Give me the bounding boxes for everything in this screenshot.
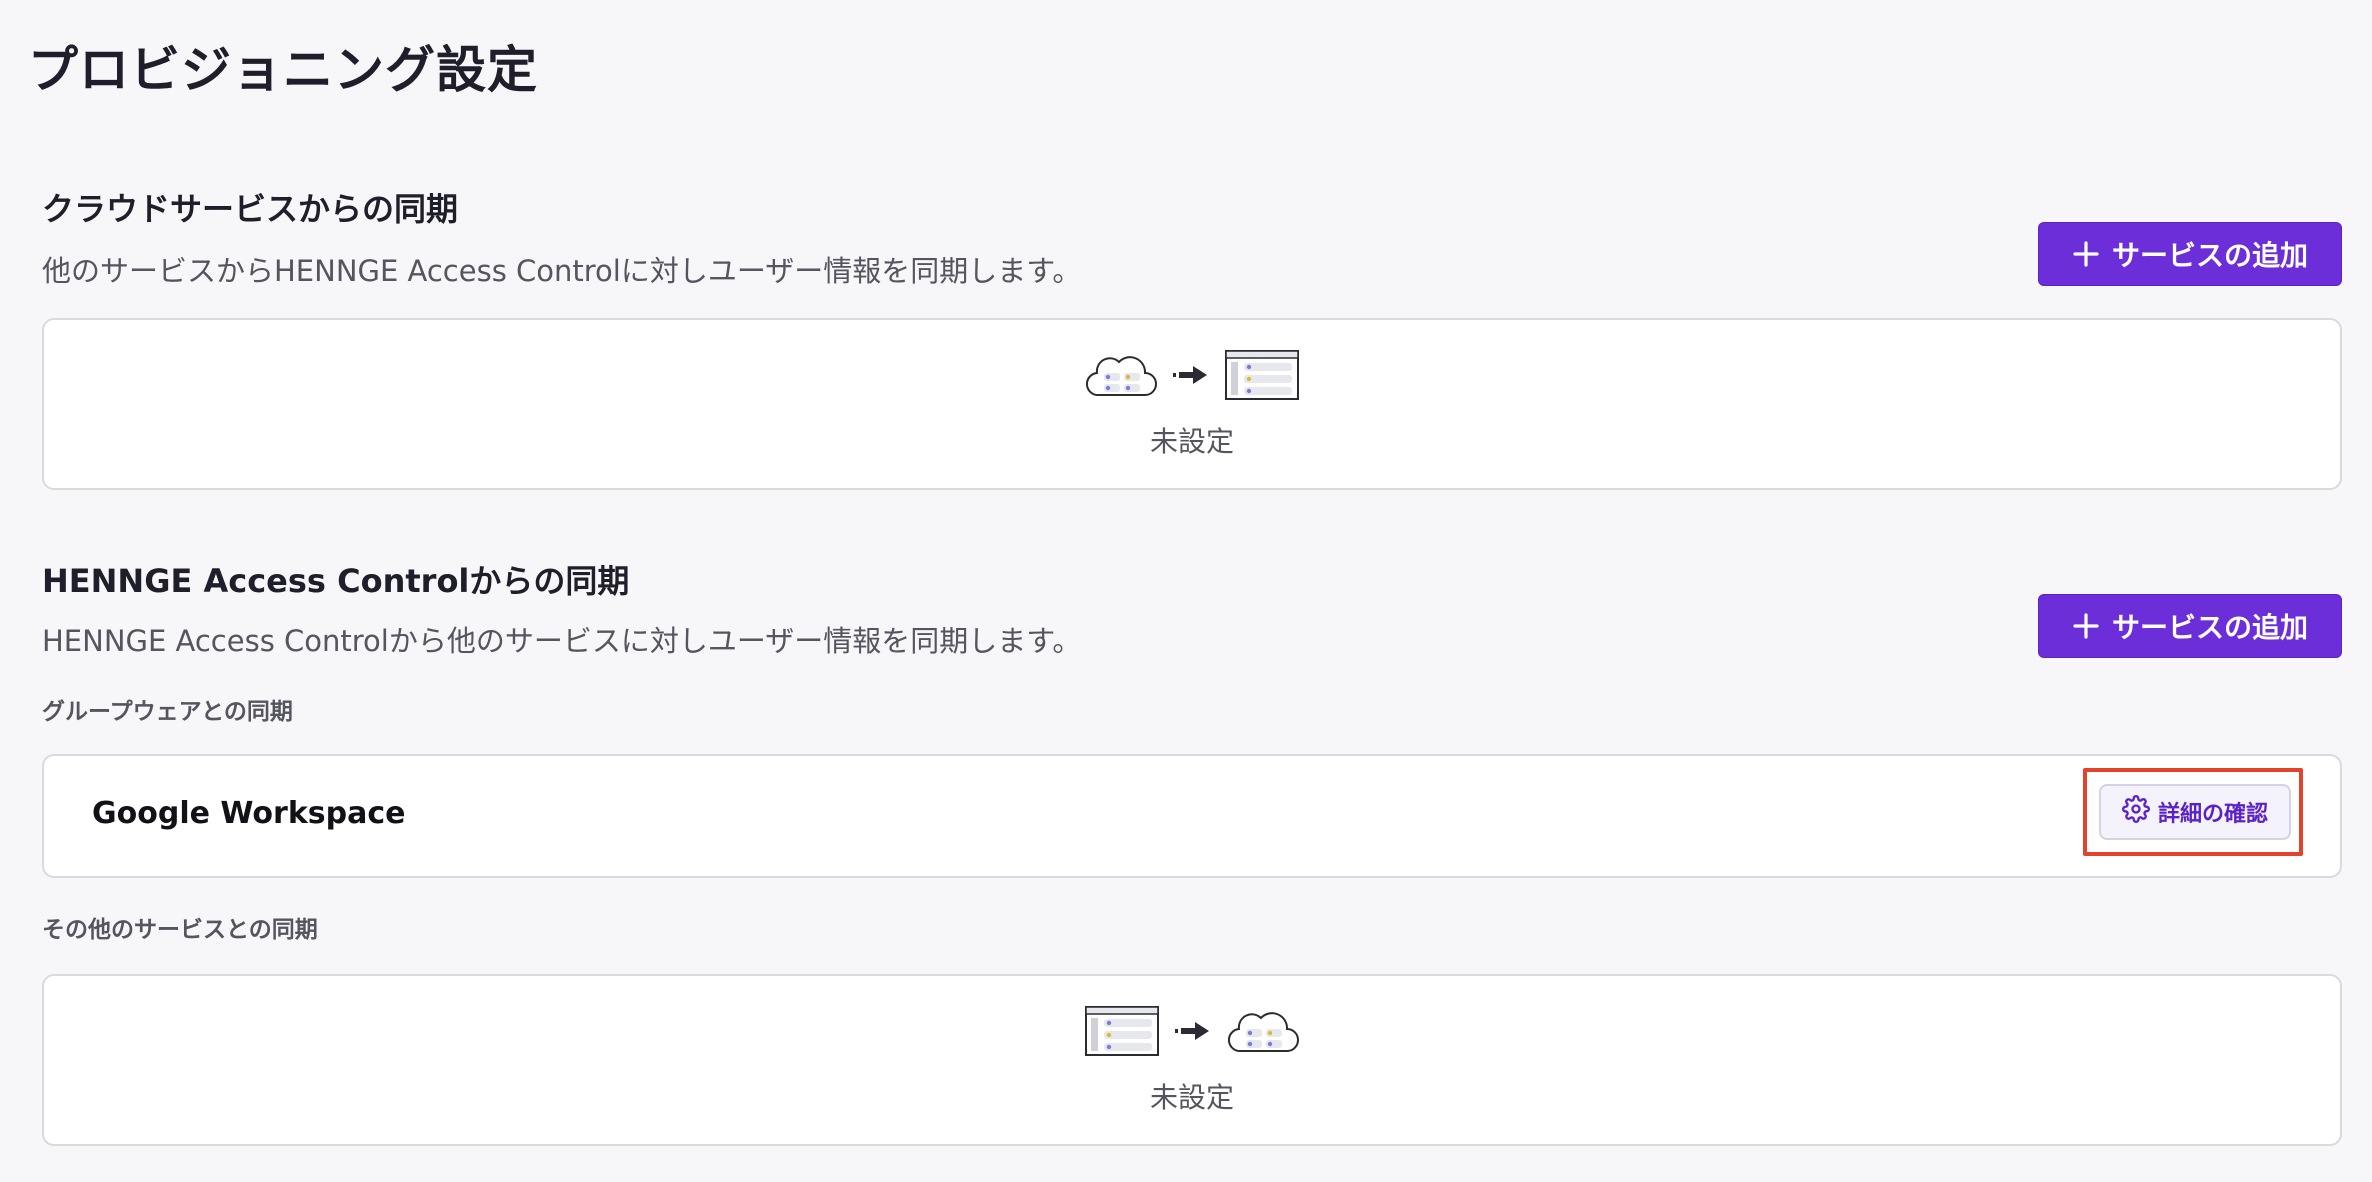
other-services-empty-card: 未設定: [42, 974, 2342, 1146]
add-service-label: サービスの追加: [2111, 239, 2308, 272]
groupware-sync-label: グループウェアとの同期: [42, 699, 293, 725]
service-name: Google Workspace: [92, 796, 406, 831]
arrow-right-icon: [1173, 365, 1209, 389]
page-title: プロビジョニング設定: [28, 41, 538, 99]
cloud-icon: [1085, 351, 1157, 403]
hac-sync-description: HENNGE Access Controlから他のサービスに対しユーザー情報を同…: [42, 624, 1082, 658]
gear-icon: [2122, 795, 2150, 829]
plus-icon: [2072, 612, 2100, 640]
hac-to-cloud-illustration: [1085, 1006, 1299, 1060]
hac-console-icon: [1085, 1006, 1159, 1060]
empty-state-text: 未設定: [1149, 425, 1234, 458]
empty-state-text: 未設定: [1149, 1081, 1234, 1114]
cloud-to-hac-illustration: [1085, 350, 1299, 404]
hac-sync-title: HENNGE Access Controlからの同期: [42, 562, 630, 600]
cloud-sync-add-service-button[interactable]: サービスの追加: [2038, 222, 2342, 286]
arrow-right-icon: [1175, 1021, 1211, 1045]
cloud-sync-empty-card: 未設定: [42, 318, 2342, 490]
hac-console-icon: [1225, 350, 1299, 404]
provisioning-settings-page: プロビジョニング設定 クラウドサービスからの同期 他のサービスからHENNGE …: [0, 0, 2372, 1182]
hac-sync-add-service-button[interactable]: サービスの追加: [2038, 594, 2342, 658]
other-services-sync-label: その他のサービスとの同期: [42, 917, 318, 943]
view-details-button[interactable]: 詳細の確認: [2099, 784, 2291, 840]
google-workspace-card: Google Workspace: [42, 754, 2342, 878]
cloud-icon: [1227, 1007, 1299, 1059]
plus-icon: [2072, 240, 2100, 268]
cloud-sync-description: 他のサービスからHENNGE Access Controlに対しユーザー情報を同…: [42, 254, 1082, 288]
cloud-sync-title: クラウドサービスからの同期: [42, 190, 459, 228]
view-details-label: 詳細の確認: [2157, 802, 2268, 827]
add-service-label: サービスの追加: [2111, 611, 2308, 644]
